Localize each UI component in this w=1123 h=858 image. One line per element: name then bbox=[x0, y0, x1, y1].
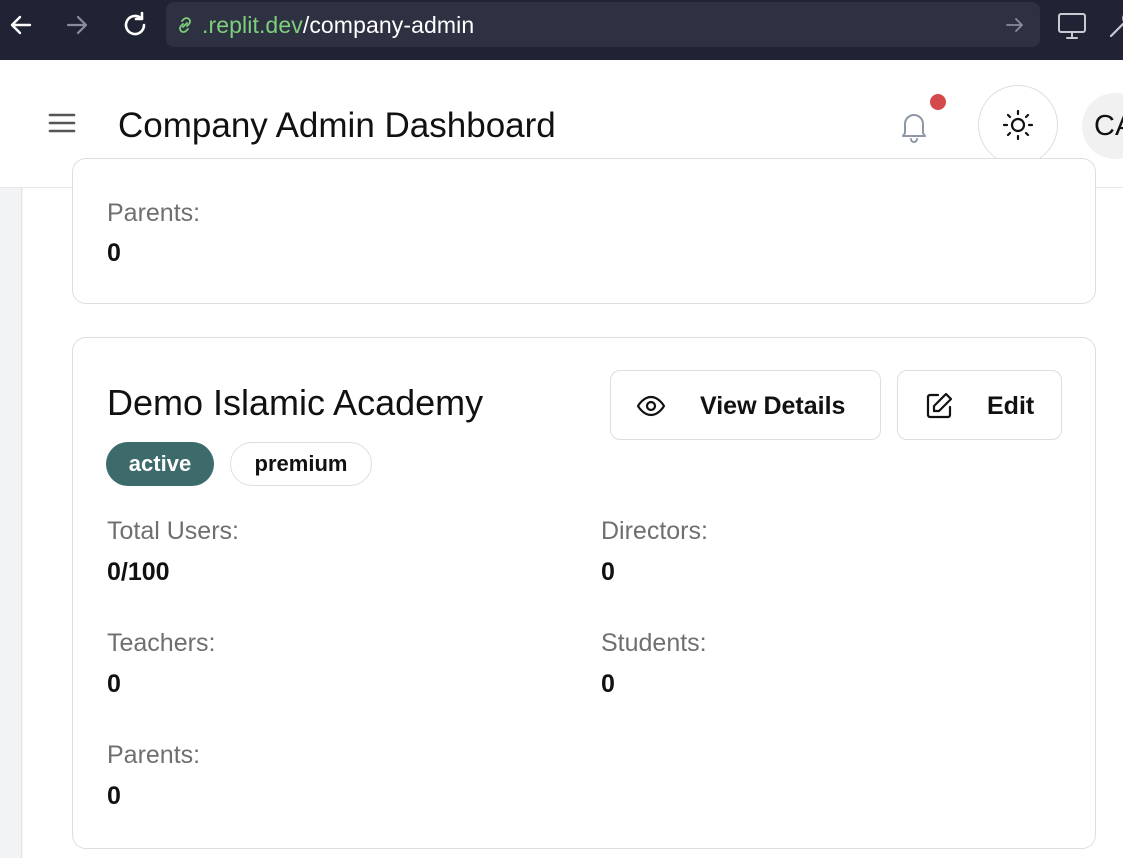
go-arrow-icon[interactable] bbox=[1004, 14, 1026, 36]
sidebar bbox=[0, 188, 22, 858]
monitor-icon[interactable] bbox=[1055, 8, 1089, 42]
parents-value: 0 bbox=[107, 239, 121, 267]
menu-icon[interactable] bbox=[44, 105, 80, 141]
organization-name: Demo Islamic Academy bbox=[107, 382, 484, 423]
view-details-label: View Details bbox=[700, 392, 846, 420]
url-host: .replit.dev bbox=[202, 12, 303, 38]
students-value: 0 bbox=[601, 670, 615, 698]
address-bar[interactable]: .replit.dev/company-admin bbox=[166, 2, 1040, 47]
bell-icon[interactable] bbox=[892, 104, 936, 148]
main-content: Parents: 0 Demo Islamic Academy active p… bbox=[23, 158, 1123, 858]
teachers-value: 0 bbox=[107, 670, 121, 698]
teachers-label: Teachers: bbox=[107, 629, 216, 657]
back-icon[interactable] bbox=[4, 8, 38, 42]
url-path: /company-admin bbox=[302, 12, 475, 38]
students-label: Students: bbox=[601, 629, 707, 657]
organization-card: Demo Islamic Academy active premium View… bbox=[72, 337, 1096, 849]
parents-value: 0 bbox=[107, 782, 121, 810]
view-details-button[interactable]: View Details bbox=[610, 370, 881, 440]
directors-value: 0 bbox=[601, 558, 615, 586]
eye-icon bbox=[636, 395, 666, 417]
page-title: Company Admin Dashboard bbox=[118, 106, 556, 145]
notification-badge bbox=[930, 94, 946, 110]
parents-label: Parents: bbox=[107, 741, 201, 769]
plan-badge: premium bbox=[230, 442, 372, 486]
parents-label: Parents: bbox=[107, 199, 201, 227]
sun-icon bbox=[1002, 109, 1034, 141]
edit-label: Edit bbox=[987, 392, 1035, 420]
total-users-label: Total Users: bbox=[107, 517, 239, 545]
link-icon bbox=[174, 14, 196, 36]
organization-card-previous: Parents: 0 bbox=[72, 158, 1096, 304]
directors-label: Directors: bbox=[601, 517, 708, 545]
wrench-icon[interactable] bbox=[1105, 8, 1123, 42]
browser-toolbar: .replit.dev/company-admin bbox=[0, 0, 1123, 60]
forward-icon[interactable] bbox=[60, 8, 94, 42]
avatar[interactable]: CA bbox=[1082, 93, 1123, 159]
status-badge: active bbox=[106, 442, 214, 486]
theme-toggle-button[interactable] bbox=[978, 85, 1058, 165]
total-users-value: 0/100 bbox=[107, 558, 170, 586]
reload-icon[interactable] bbox=[118, 8, 152, 42]
edit-icon bbox=[926, 392, 953, 419]
url-text: .replit.dev/company-admin bbox=[202, 12, 474, 39]
edit-button[interactable]: Edit bbox=[897, 370, 1062, 440]
